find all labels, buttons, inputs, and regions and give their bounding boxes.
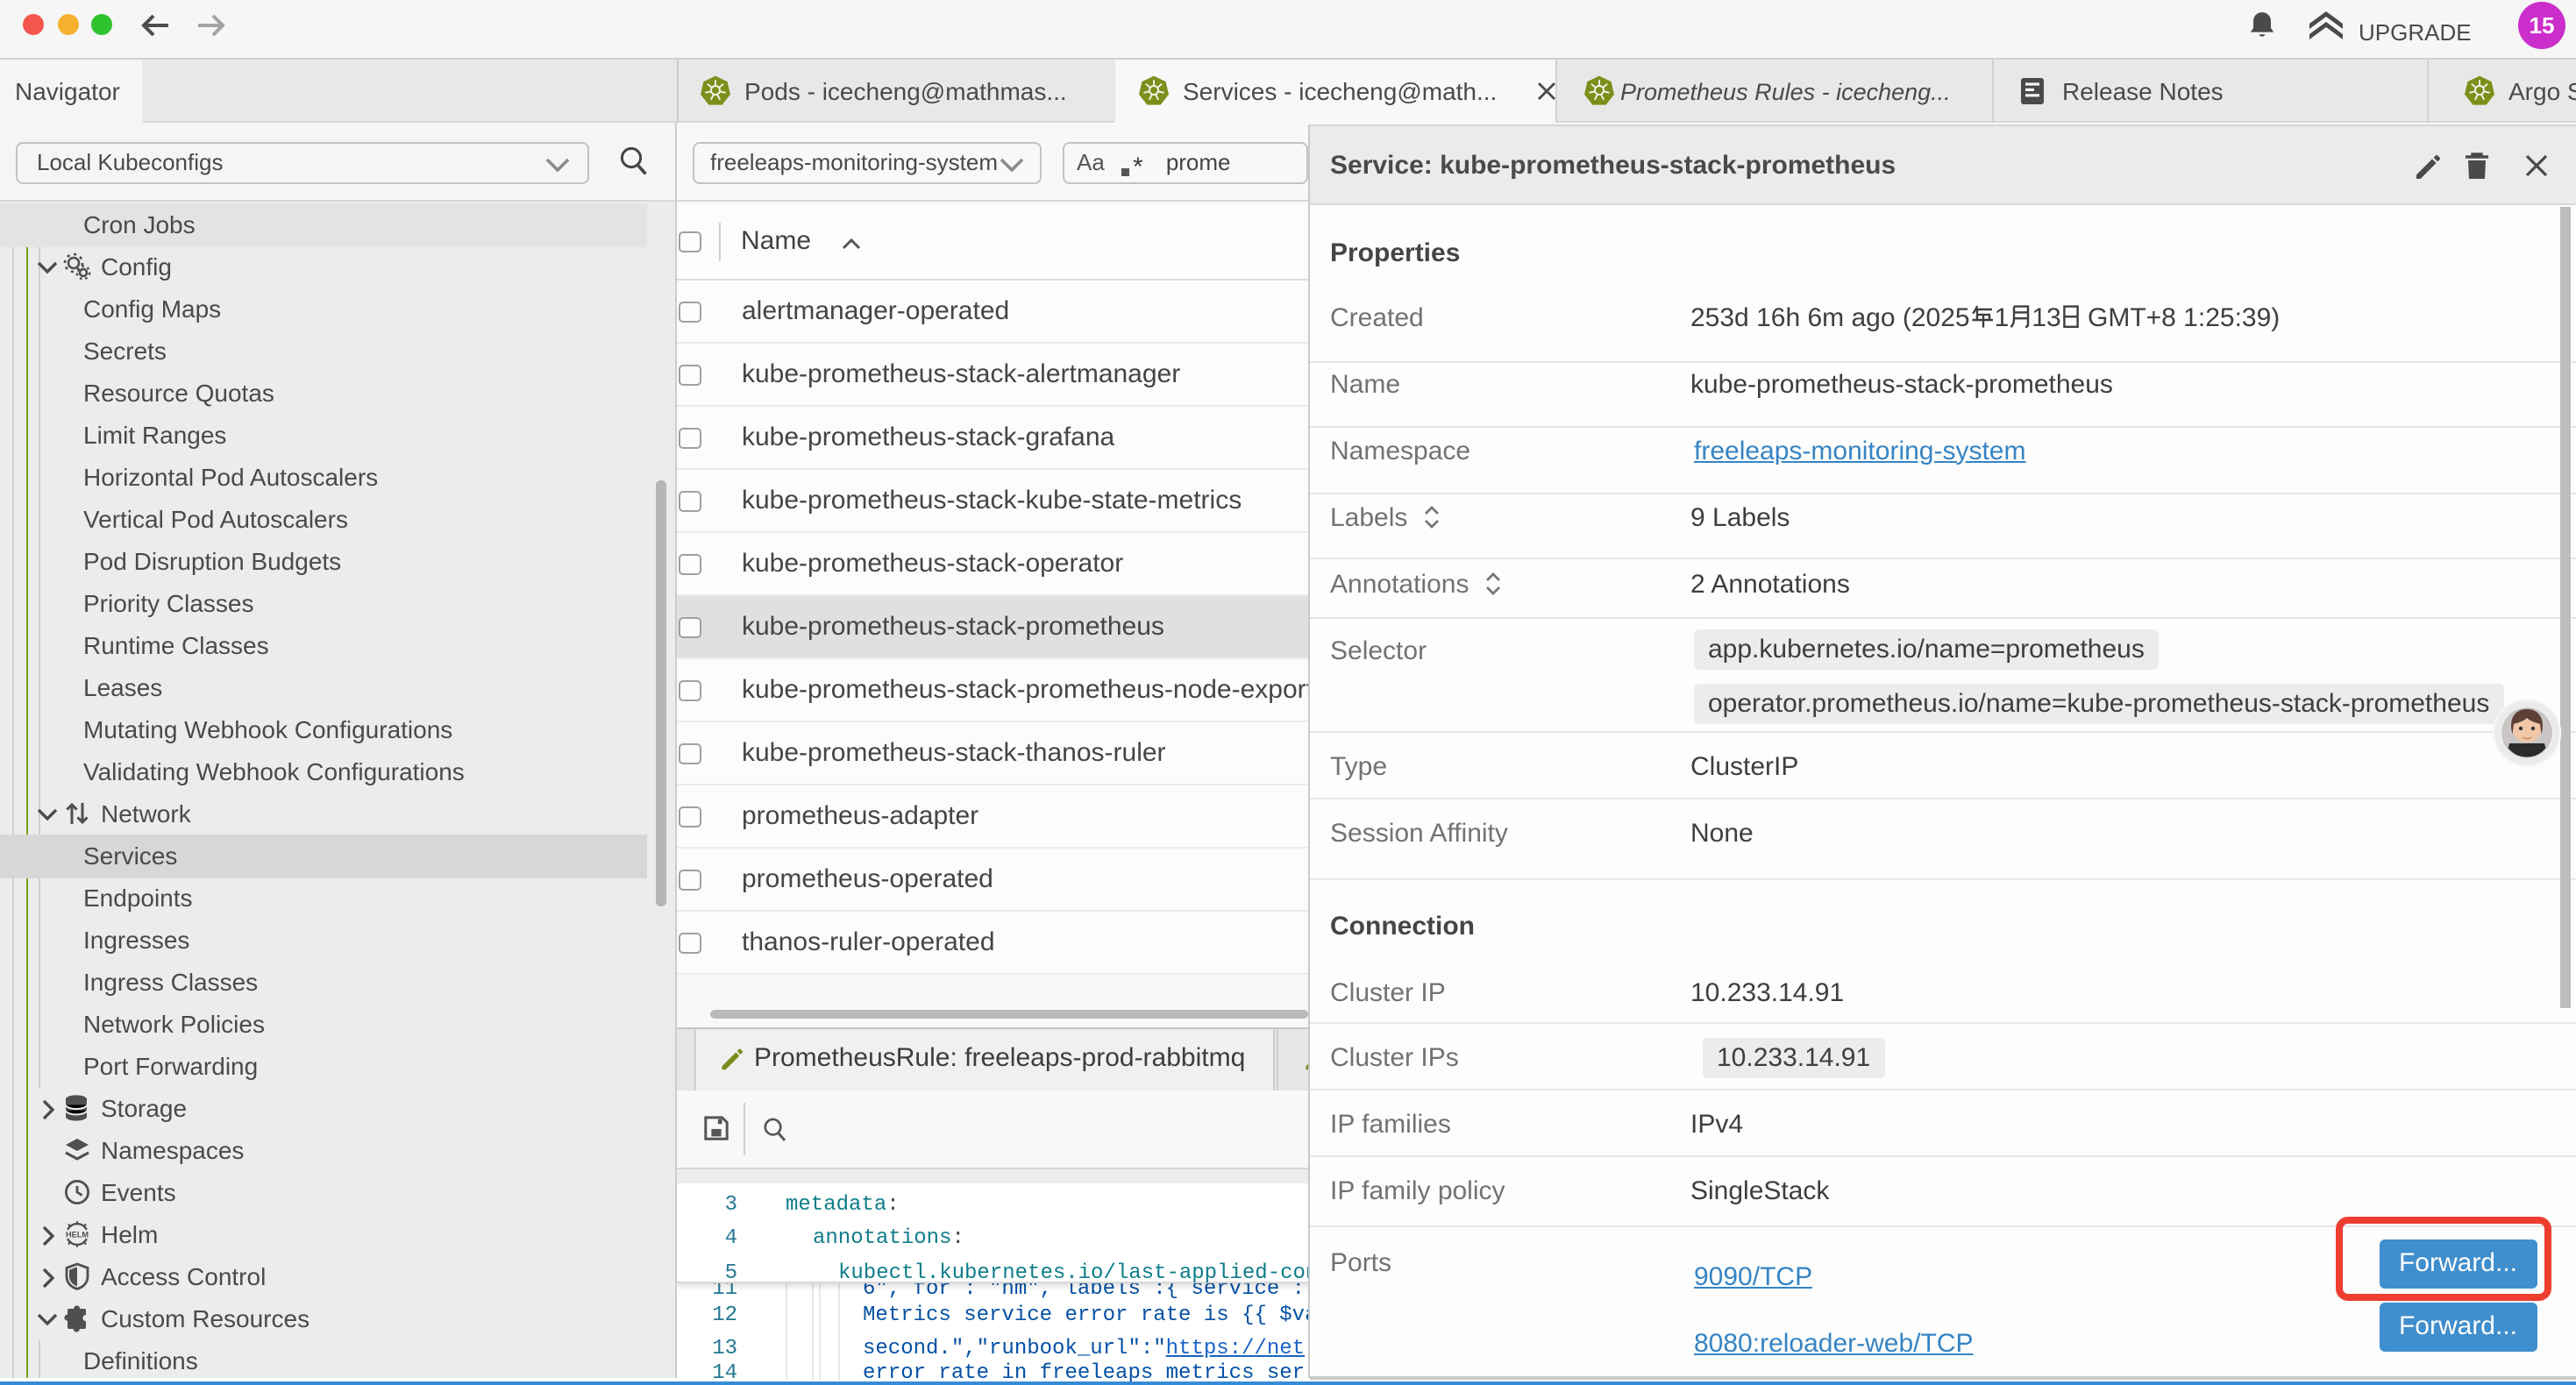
svg-text:HELM: HELM (66, 1230, 89, 1239)
svg-text:*: * (1133, 153, 1143, 178)
